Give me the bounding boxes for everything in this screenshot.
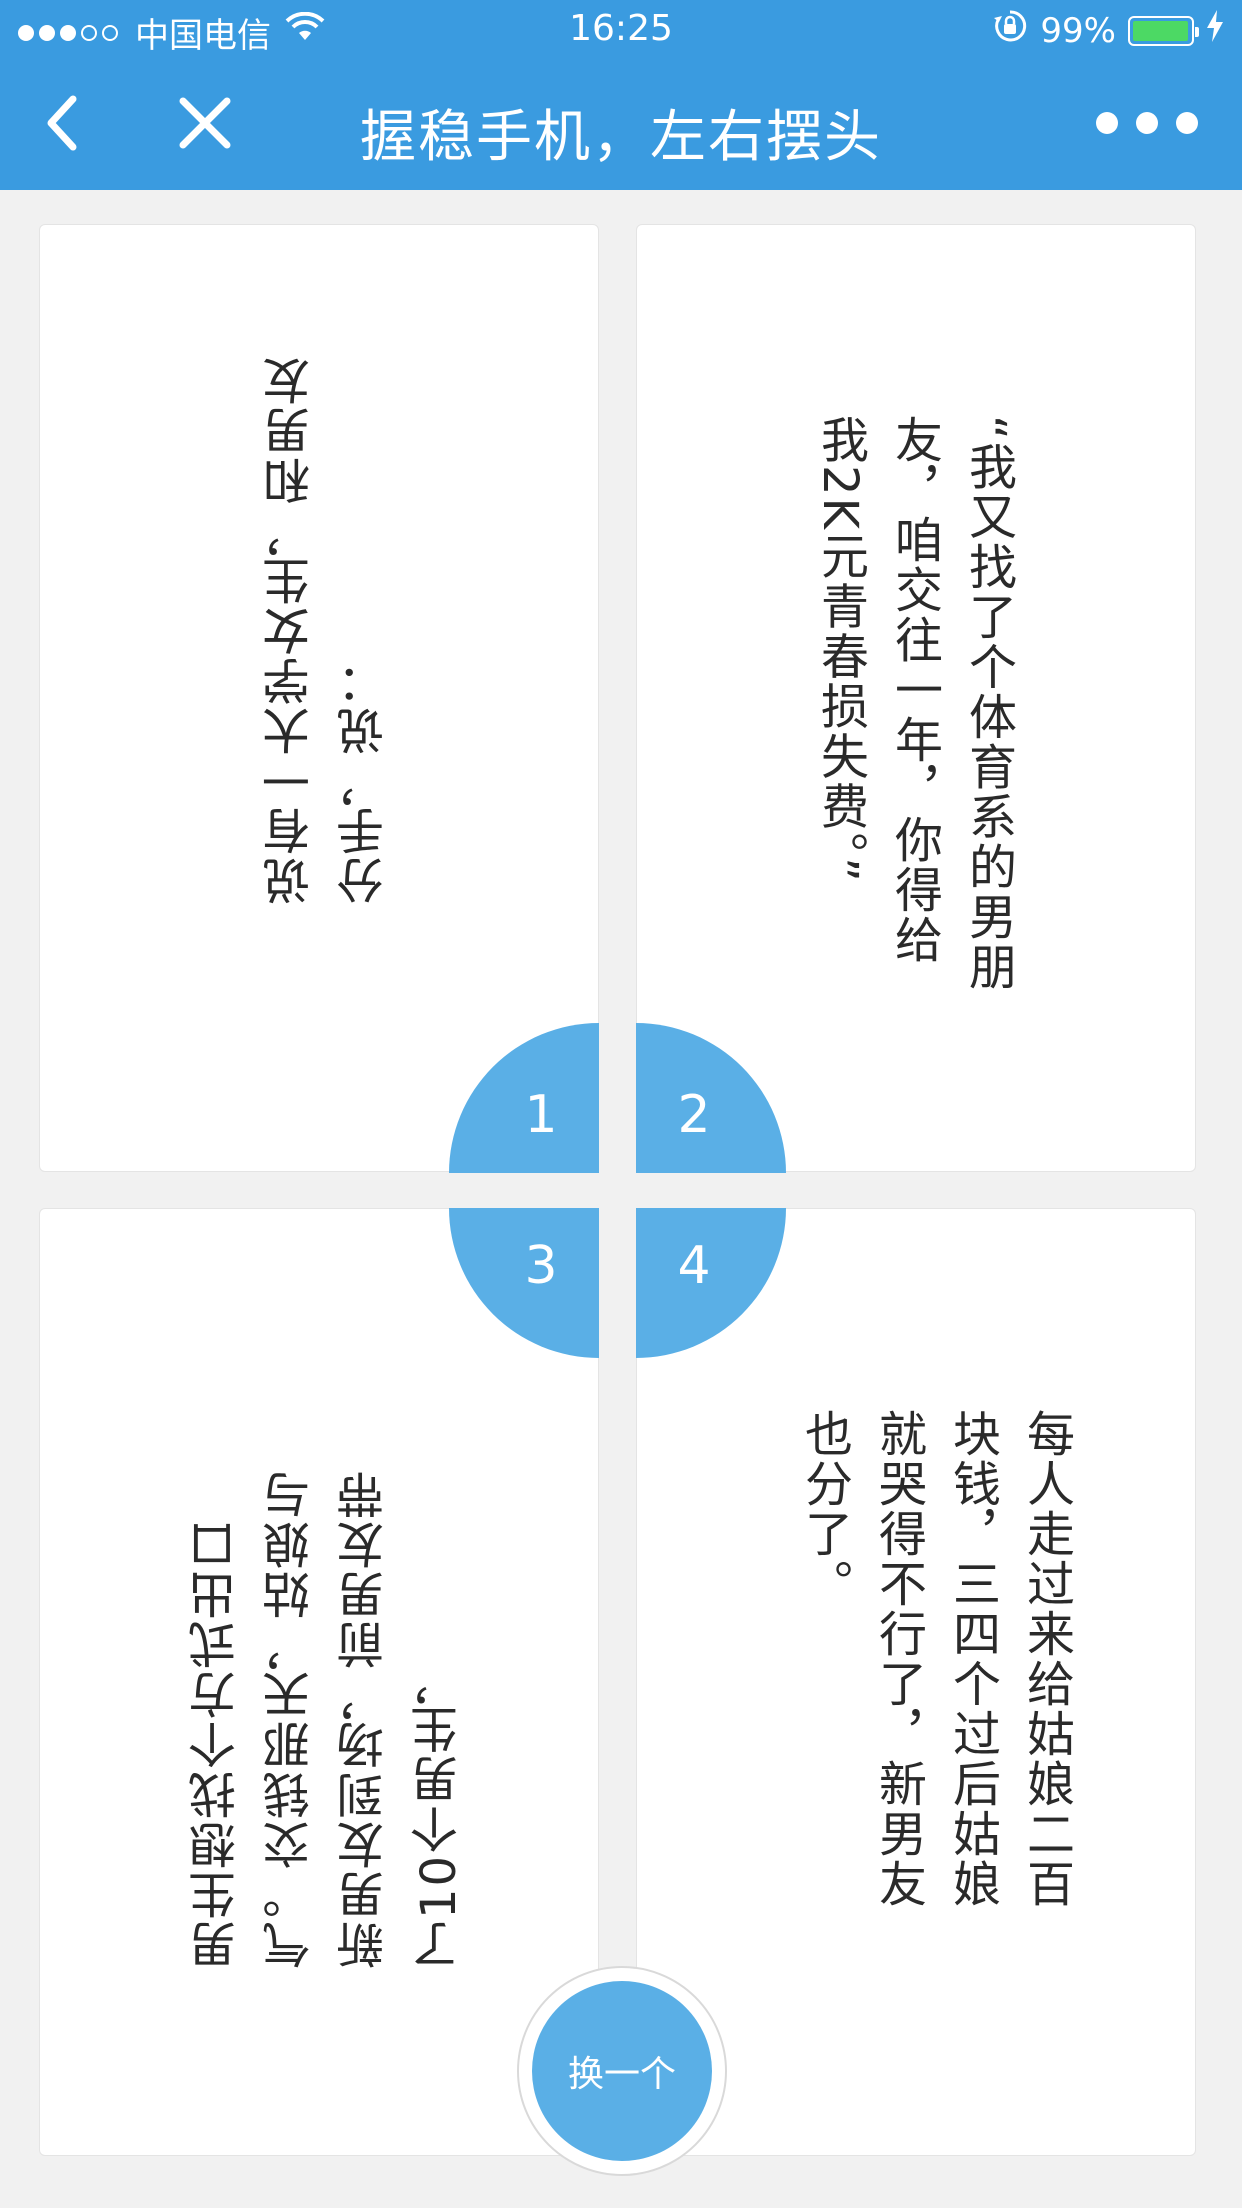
battery-fill	[1133, 20, 1189, 41]
story-card-2: “我又找了个体育系的男朋友，咱交往一年，你得给我2K元青春损失费。”	[636, 224, 1196, 1172]
story-text-2: “我又找了个体育系的男朋友，咱交往一年，你得给我2K元青春损失费。”	[812, 415, 1016, 992]
battery-icon	[1128, 15, 1199, 46]
charging-bolt-icon	[1206, 10, 1224, 51]
more-button[interactable]	[1092, 82, 1202, 168]
story-card-1: 说有一大学女生，和男友分手，说：	[39, 224, 599, 1172]
change-button[interactable]: 换一个	[532, 1981, 712, 2161]
story-card-4: 每人走过来给姑娘二百块钱，三四个过后姑娘就哭得不行了，新男友也分了。	[636, 1208, 1196, 2156]
story-text-3: 男生想找个方式出口气。交钱那天，姑娘与新男友到场，前男友带了10个男生，	[189, 1469, 467, 1969]
story-card-3: 男生想找个方式出口气。交钱那天，姑娘与新男友到场，前男友带了10个男生，	[39, 1208, 599, 2156]
nav-bar: 握稳手机，左右摆头	[0, 60, 1242, 190]
orientation-lock-icon	[992, 8, 1028, 53]
page-title: 握稳手机，左右摆头	[360, 105, 882, 170]
change-button-ring: 换一个	[517, 1966, 727, 2176]
status-right: 99%	[992, 8, 1224, 53]
battery-percent: 99%	[1040, 10, 1116, 51]
story-text-4: 每人走过来给姑娘二百块钱，三四个过后姑娘就哭得不行了，新男友也分了。	[796, 1409, 1074, 1909]
more-dots-icon	[1095, 111, 1199, 139]
status-bar: 中国电信 16:25 99%	[0, 0, 1242, 60]
story-text-1: 说有一大学女生，和男友分手，说：	[263, 355, 393, 905]
